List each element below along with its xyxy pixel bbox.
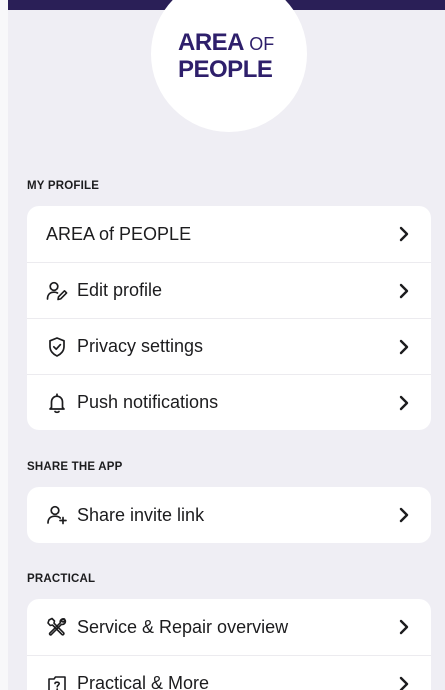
practical-item-practical-more[interactable]: Practical & More: [27, 655, 431, 690]
practical-item-label: Practical & More: [77, 673, 210, 690]
practical-card: Service & Repair overview Practical & Mo…: [27, 599, 431, 690]
section-title-share-the-app: SHARE THE APP: [27, 461, 123, 473]
profile-item-push-notifications[interactable]: Push notifications: [27, 374, 431, 430]
section-title-my-profile: MY PROFILE: [27, 180, 100, 192]
shield-check-icon: [46, 336, 68, 358]
screen: AREA OF PEOPLE MY PROFILE AREA of PEOPLE…: [0, 0, 445, 690]
profile-item-area-of-people[interactable]: AREA of PEOPLE: [27, 206, 431, 262]
logo-line-2: PEOPLE: [178, 56, 273, 83]
profile-item-edit-profile[interactable]: Edit profile: [27, 262, 431, 318]
practical-item-service-repair[interactable]: Service & Repair overview: [27, 599, 431, 655]
share-item-invite-link[interactable]: Share invite link: [27, 487, 431, 543]
left-edge-strip: [0, 0, 8, 690]
chevron-right-icon: [399, 339, 409, 354]
logo-word-area: AREA: [178, 29, 244, 56]
chevron-right-icon: [399, 676, 409, 690]
edit-user-icon: [46, 280, 68, 302]
chevron-right-icon: [399, 395, 409, 410]
logo: AREA OF PEOPLE: [178, 30, 274, 82]
add-user-icon: [46, 504, 68, 526]
section-title-practical: PRACTICAL: [27, 573, 96, 585]
profile-item-label: Privacy settings: [77, 336, 204, 356]
question-box-icon: [46, 673, 68, 690]
bell-icon: [46, 392, 68, 414]
chevron-right-icon: [399, 226, 409, 242]
chevron-right-icon: [399, 619, 409, 635]
practical-item-label: Service & Repair overview: [77, 616, 289, 637]
logo-word-of: OF: [249, 34, 275, 54]
profile-item-label: Edit profile: [77, 280, 163, 300]
chevron-right-icon: [399, 283, 409, 298]
share-card: Share invite link: [27, 487, 431, 543]
share-item-label: Share invite link: [77, 504, 205, 525]
profile-item-label: Push notifications: [77, 392, 219, 412]
profile-card: AREA of PEOPLE Edit profile Privacy sett…: [27, 206, 431, 430]
chevron-right-icon: [399, 507, 409, 523]
profile-item-label: AREA of PEOPLE: [46, 223, 192, 244]
logo-line-1: AREA OF: [178, 30, 274, 57]
profile-item-privacy-settings[interactable]: Privacy settings: [27, 318, 431, 374]
tools-icon: [46, 616, 68, 638]
